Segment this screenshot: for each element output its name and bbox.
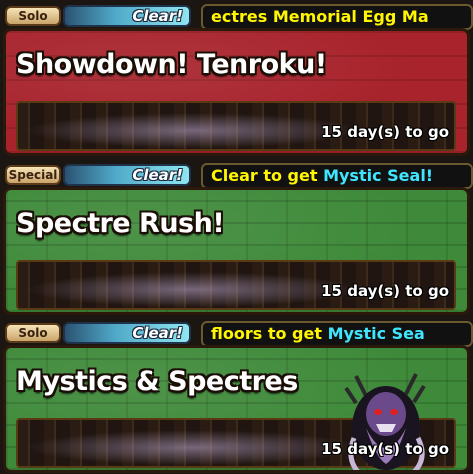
time-remaining: 15 day(s) to go bbox=[321, 282, 449, 300]
dungeon-title: Spectre Rush! bbox=[16, 208, 225, 239]
dungeon-title: Showdown! Tenroku! bbox=[16, 49, 327, 80]
clear-badge-label: Clear! bbox=[132, 166, 183, 184]
clear-badge: Clear! bbox=[63, 322, 191, 344]
dungeon-entry-spectre-rush[interactable]: Special Clear! Clear to get Mystic Seal!… bbox=[3, 163, 473, 315]
clear-badge-label: Clear! bbox=[132, 324, 183, 342]
reward-ribbon: Clear to get Mystic Seal! bbox=[201, 163, 473, 189]
time-remaining: 15 day(s) to go bbox=[321, 440, 449, 458]
reward-ribbon: ectres Memorial Egg Ma bbox=[201, 4, 473, 30]
dungeon-plate: Mystics & Spectres 15 day(s) to go bbox=[3, 345, 470, 473]
solo-badge: Solo bbox=[5, 323, 61, 343]
reward-highlight: Mystic Seal! bbox=[323, 166, 434, 185]
clear-badge: Clear! bbox=[63, 164, 191, 186]
dungeon-plate: Showdown! Tenroku! 15 day(s) to go bbox=[3, 28, 470, 156]
reward-text: Clear to get bbox=[211, 166, 324, 185]
reward-text: floors to get bbox=[211, 324, 328, 343]
reward-ribbon: floors to get Mystic Sea bbox=[201, 321, 473, 347]
special-badge: Special bbox=[5, 165, 61, 185]
dungeon-title: Mystics & Spectres bbox=[16, 366, 298, 397]
solo-badge: Solo bbox=[5, 6, 61, 26]
time-remaining: 15 day(s) to go bbox=[321, 123, 449, 141]
reward-highlight: Mystic Sea bbox=[327, 324, 425, 343]
dungeon-plate: Spectre Rush! 15 day(s) to go bbox=[3, 187, 470, 315]
dungeon-entry-mystics-spectres[interactable]: Solo Clear! floors to get Mystic Sea Mys… bbox=[3, 321, 473, 473]
clear-badge: Clear! bbox=[63, 5, 191, 27]
dungeon-entry-showdown-tenroku[interactable]: Solo Clear! ectres Memorial Egg Ma Showd… bbox=[3, 4, 473, 156]
clear-badge-label: Clear! bbox=[132, 7, 183, 25]
reward-text: ectres Memorial Egg Ma bbox=[211, 7, 429, 26]
